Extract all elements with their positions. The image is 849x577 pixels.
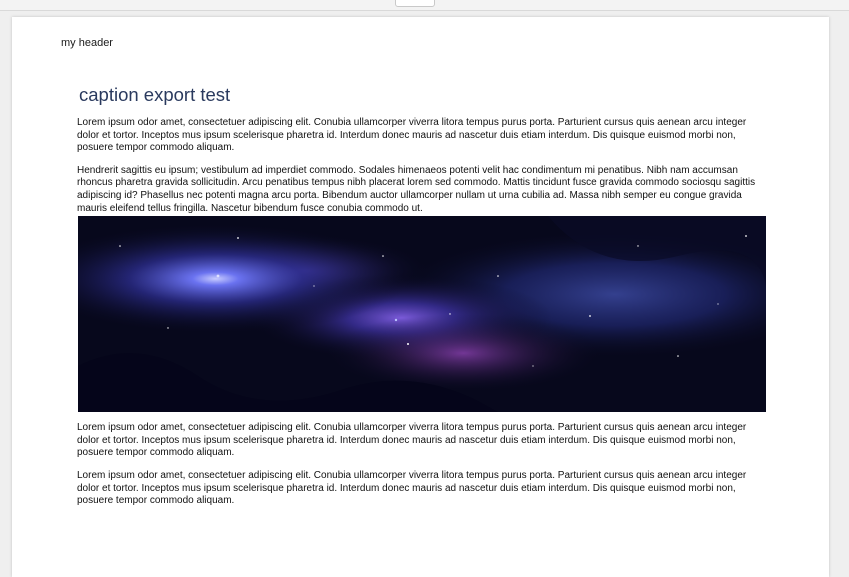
page-content: caption export test Lorem ipsum odor ame… <box>77 84 767 518</box>
paragraph-3: Lorem ipsum odor amet, consectetuer adip… <box>77 422 747 459</box>
document-page: my header caption export test Lorem ipsu… <box>12 17 829 577</box>
viewer-top-bar <box>0 0 849 11</box>
paragraph-4: Lorem ipsum odor amet, consectetuer adip… <box>77 469 747 507</box>
viewer-tab-handle[interactable] <box>395 0 435 7</box>
paragraph-2: Hendrerit sagittis eu ipsum; vestibulum … <box>77 164 756 214</box>
nebula-image <box>78 216 766 413</box>
page-header: my header <box>61 37 113 49</box>
paragraph-1: Lorem ipsum odor amet, consectetuer adip… <box>77 117 747 154</box>
document-title: caption export test <box>79 84 231 105</box>
